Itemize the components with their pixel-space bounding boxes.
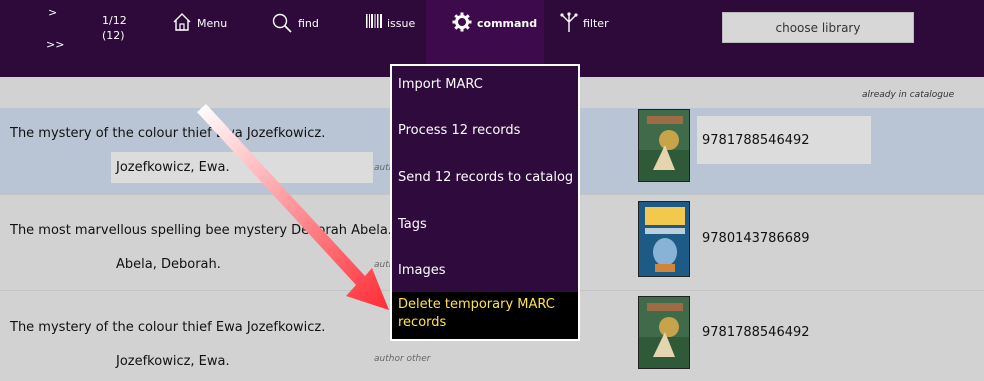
gear-icon	[452, 12, 472, 32]
book-cover-image	[638, 109, 690, 182]
menu-item-tags[interactable]: Tags	[392, 217, 578, 232]
author-other-label: author other	[374, 354, 431, 364]
isbn-field[interactable]: 9781788546492	[697, 116, 871, 164]
menu-item-images[interactable]: Images	[392, 263, 578, 278]
record-title: The mystery of the colour thief Ewa Joze…	[10, 126, 326, 141]
menu-item-send-to-catalog[interactable]: Send 12 records to catalog	[392, 170, 578, 185]
filter-button[interactable]: filter	[560, 0, 609, 66]
issue-button[interactable]: issue	[366, 0, 415, 66]
record-title: The mystery of the colour thief Ewa Joze…	[10, 320, 326, 335]
author-field[interactable]: Abela, Deborah.	[111, 249, 373, 280]
book-cover-image	[638, 296, 690, 369]
command-dropdown: Import MARC Process 12 records Send 12 r…	[390, 64, 580, 341]
command-button[interactable]: command	[426, 0, 544, 66]
author-field[interactable]: Jozefkowicz, Ewa.	[111, 346, 373, 377]
record-position: 1/12	[102, 14, 127, 27]
issue-label: issue	[387, 17, 416, 30]
search-icon	[272, 13, 292, 33]
find-button[interactable]: find	[271, 0, 319, 66]
menu-item-process-records[interactable]: Process 12 records	[392, 123, 578, 138]
isbn-field[interactable]: 9780143786689	[697, 216, 871, 260]
menu-item-delete-temp-marc[interactable]: Delete temporary MARC records	[392, 292, 578, 339]
find-label: find	[298, 17, 319, 30]
home-icon	[173, 13, 191, 31]
last-record-button[interactable]: >>	[46, 38, 64, 51]
delete-temp-marc-label-line2: records	[398, 315, 447, 330]
barcode-icon	[366, 14, 382, 28]
isbn-field[interactable]: 9781788546492	[697, 310, 871, 354]
record-counter: 1/12 (12)	[102, 13, 127, 43]
command-menu: Import MARC Process 12 records Send 12 r…	[392, 66, 578, 339]
menu-button[interactable]: Menu	[172, 0, 227, 66]
next-record-button[interactable]: >	[48, 6, 57, 19]
filter-icon	[560, 12, 578, 32]
already-in-catalogue-label: already in catalogue	[862, 90, 955, 100]
record-title: The most marvellous spelling bee mystery…	[10, 223, 392, 238]
filter-label: filter	[583, 17, 609, 30]
menu-label: Menu	[197, 17, 228, 30]
delete-temp-marc-label-line1: Delete temporary MARC	[398, 297, 555, 312]
menu-item-import-marc[interactable]: Import MARC	[392, 77, 578, 92]
record-total: (12)	[102, 29, 125, 42]
book-cover-image	[638, 201, 690, 277]
command-label: command	[477, 17, 538, 30]
author-field[interactable]: Jozefkowicz, Ewa.	[111, 152, 373, 183]
choose-library-button[interactable]: choose library	[722, 12, 914, 43]
